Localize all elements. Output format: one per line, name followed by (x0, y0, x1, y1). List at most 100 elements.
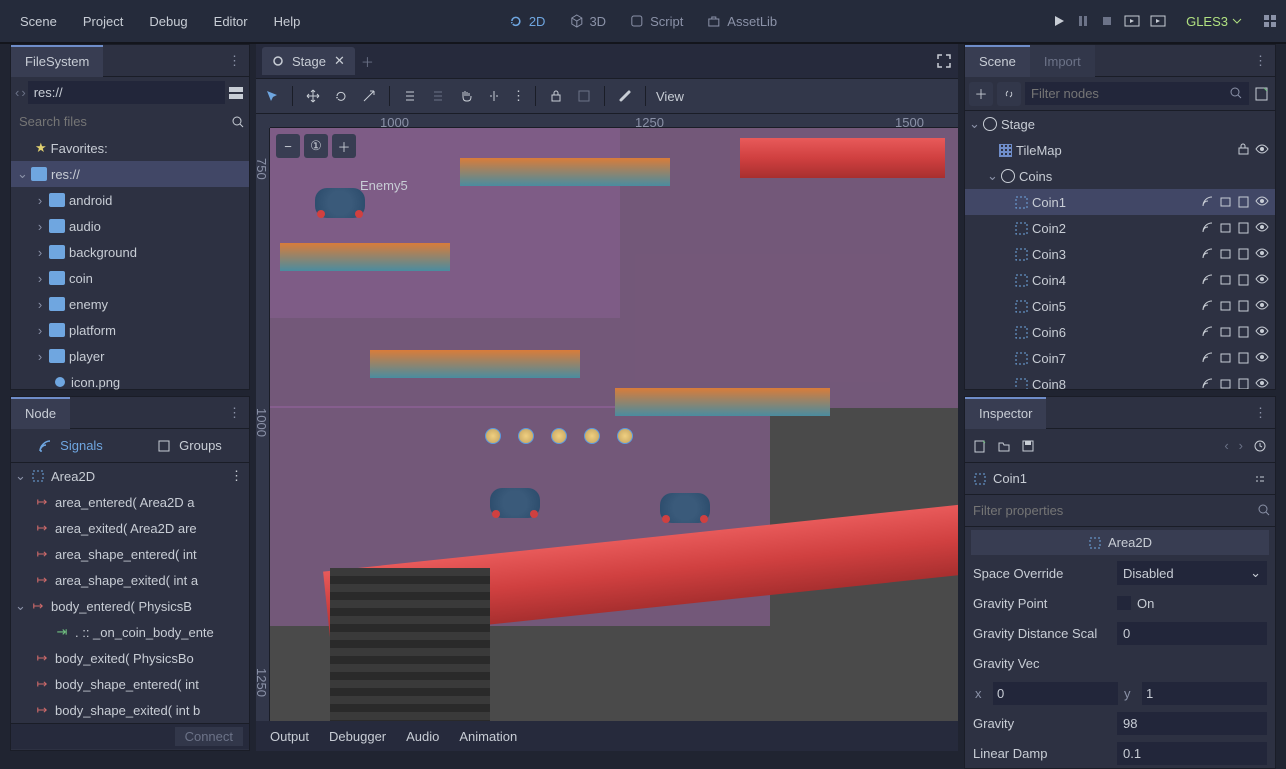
signal-item[interactable]: ↦body_shape_exited( int b (11, 697, 249, 723)
renderer-selector[interactable]: GLES3 (1178, 14, 1250, 29)
folder-android[interactable]: ›android (11, 187, 249, 213)
list-tool-2-icon[interactable] (428, 86, 448, 106)
more-icon[interactable]: ⋮ (1246, 405, 1275, 421)
signal-item[interactable]: ↦area_shape_entered( int (11, 541, 249, 567)
import-tab[interactable]: Import (1030, 45, 1095, 77)
scene-node-stage[interactable]: ⌄Stage (965, 111, 1275, 137)
zoom-reset-button[interactable]: ① (304, 134, 328, 158)
scene-node-tilemap[interactable]: TileMap (965, 137, 1275, 163)
bottom-output[interactable]: Output (270, 729, 309, 744)
zoom-in-button[interactable]: ＋ (332, 134, 356, 158)
platform-sprite[interactable] (615, 388, 830, 416)
scene-node-coin[interactable]: Coin4 (965, 267, 1275, 293)
open-resource-icon[interactable] (997, 439, 1011, 453)
file-iconpng[interactable]: icon.png (11, 369, 249, 395)
signal-icon[interactable] (1201, 221, 1215, 235)
bottom-animation[interactable]: Animation (459, 729, 517, 744)
script-icon[interactable] (1237, 247, 1251, 261)
scene-node-coin[interactable]: Coin7 (965, 345, 1275, 371)
visibility-icon[interactable] (1255, 143, 1269, 157)
signal-icon[interactable] (1201, 351, 1215, 365)
folder-audio[interactable]: ›audio (11, 213, 249, 239)
folder-background[interactable]: ›background (11, 239, 249, 265)
filesystem-tab[interactable]: FileSystem (11, 45, 103, 77)
search-input[interactable] (15, 110, 231, 133)
save-resource-icon[interactable] (1021, 439, 1035, 453)
signal-icon[interactable] (1201, 247, 1215, 261)
signal-icon[interactable] (1201, 377, 1215, 389)
menu-editor[interactable]: Editor (202, 8, 260, 35)
signal-item[interactable]: ↦body_exited( PhysicsBo (11, 645, 249, 671)
coin-sprite[interactable] (551, 428, 567, 444)
menu-scene[interactable]: Scene (8, 8, 69, 35)
instance-icon[interactable] (1219, 221, 1233, 235)
stop-icon[interactable] (1100, 14, 1114, 28)
enemy-sprite[interactable] (490, 488, 540, 518)
play-scene-icon[interactable] (1124, 14, 1140, 28)
coin-sprite[interactable] (518, 428, 534, 444)
history-back-icon[interactable]: ‹ (1224, 438, 1228, 453)
signal-icon[interactable] (1201, 325, 1215, 339)
platform-sprite[interactable] (460, 158, 670, 186)
zoom-out-button[interactable]: − (276, 134, 300, 158)
play-custom-icon[interactable] (1150, 14, 1166, 28)
scene-tab-stage[interactable]: Stage ✕ (262, 47, 355, 75)
instance-icon[interactable] (1219, 195, 1233, 209)
bone-icon[interactable] (615, 86, 635, 106)
node-tab[interactable]: Node (11, 397, 70, 429)
number-field[interactable]: 0 (1117, 622, 1267, 645)
number-field[interactable]: 98 (1117, 712, 1267, 735)
more-icon[interactable]: ⋮ (220, 405, 249, 421)
menu-debug[interactable]: Debug (137, 8, 199, 35)
new-resource-icon[interactable] (973, 439, 987, 453)
split-mode-icon[interactable] (227, 84, 245, 102)
visibility-icon[interactable] (1255, 377, 1269, 389)
instance-icon[interactable] (1219, 325, 1233, 339)
inspector-tab[interactable]: Inspector (965, 397, 1046, 429)
rotate-tool-icon[interactable] (331, 86, 351, 106)
vec-y-field[interactable]: 1 (1142, 682, 1267, 705)
coin-sprite[interactable] (617, 428, 633, 444)
instance-icon[interactable] (1219, 273, 1233, 287)
search-icon[interactable] (231, 115, 245, 129)
bottom-debugger[interactable]: Debugger (329, 729, 386, 744)
workspace-3d[interactable]: 3D (561, 8, 614, 35)
script-add-icon[interactable] (1253, 85, 1271, 103)
more-icon[interactable]: ⋮ (230, 468, 249, 484)
close-icon[interactable]: ✕ (334, 53, 345, 69)
checkbox[interactable] (1117, 596, 1131, 610)
instance-icon[interactable] (1219, 377, 1233, 389)
instance-icon[interactable] (1219, 299, 1233, 313)
signal-icon[interactable] (1201, 195, 1215, 209)
view-menu[interactable]: View (656, 89, 684, 104)
scene-node-coin[interactable]: Coin3 (965, 241, 1275, 267)
connect-button[interactable]: Connect (175, 727, 243, 746)
signal-item[interactable]: ↦body_shape_entered( int (11, 671, 249, 697)
pan-tool-icon[interactable] (456, 86, 476, 106)
scene-node-coins[interactable]: ⌄Coins (965, 163, 1275, 189)
folder-coin[interactable]: ›coin (11, 265, 249, 291)
signal-icon[interactable] (1201, 273, 1215, 287)
ruler-tool-icon[interactable] (484, 86, 504, 106)
visibility-icon[interactable] (1255, 195, 1269, 209)
list-tool-icon[interactable] (400, 86, 420, 106)
viewport[interactable]: 1000 1250 1500 750 1000 1250 Enemy5 (256, 114, 958, 721)
lock-icon[interactable] (1237, 143, 1251, 157)
script-icon[interactable] (1237, 325, 1251, 339)
canvas-content[interactable]: Enemy5 (270, 128, 958, 721)
more-icon[interactable]: ⋮ (1246, 53, 1275, 69)
signal-item[interactable]: ↦area_shape_exited( int a (11, 567, 249, 593)
nav-forward-icon[interactable]: › (21, 85, 25, 100)
enemy-sprite[interactable] (315, 188, 365, 218)
groups-subtab[interactable]: Groups (130, 429, 249, 462)
script-icon[interactable] (1237, 377, 1251, 389)
signal-item[interactable]: ⌄↦body_entered( PhysicsB (11, 593, 249, 619)
scene-node-coin[interactable]: Coin1 (965, 189, 1275, 215)
visibility-icon[interactable] (1255, 351, 1269, 365)
fullscreen-icon[interactable] (936, 53, 952, 69)
folder-player[interactable]: ›player (11, 343, 249, 369)
lock-icon[interactable] (546, 86, 566, 106)
move-tool-icon[interactable] (303, 86, 323, 106)
scale-tool-icon[interactable] (359, 86, 379, 106)
vec-x-field[interactable]: 0 (993, 682, 1118, 705)
